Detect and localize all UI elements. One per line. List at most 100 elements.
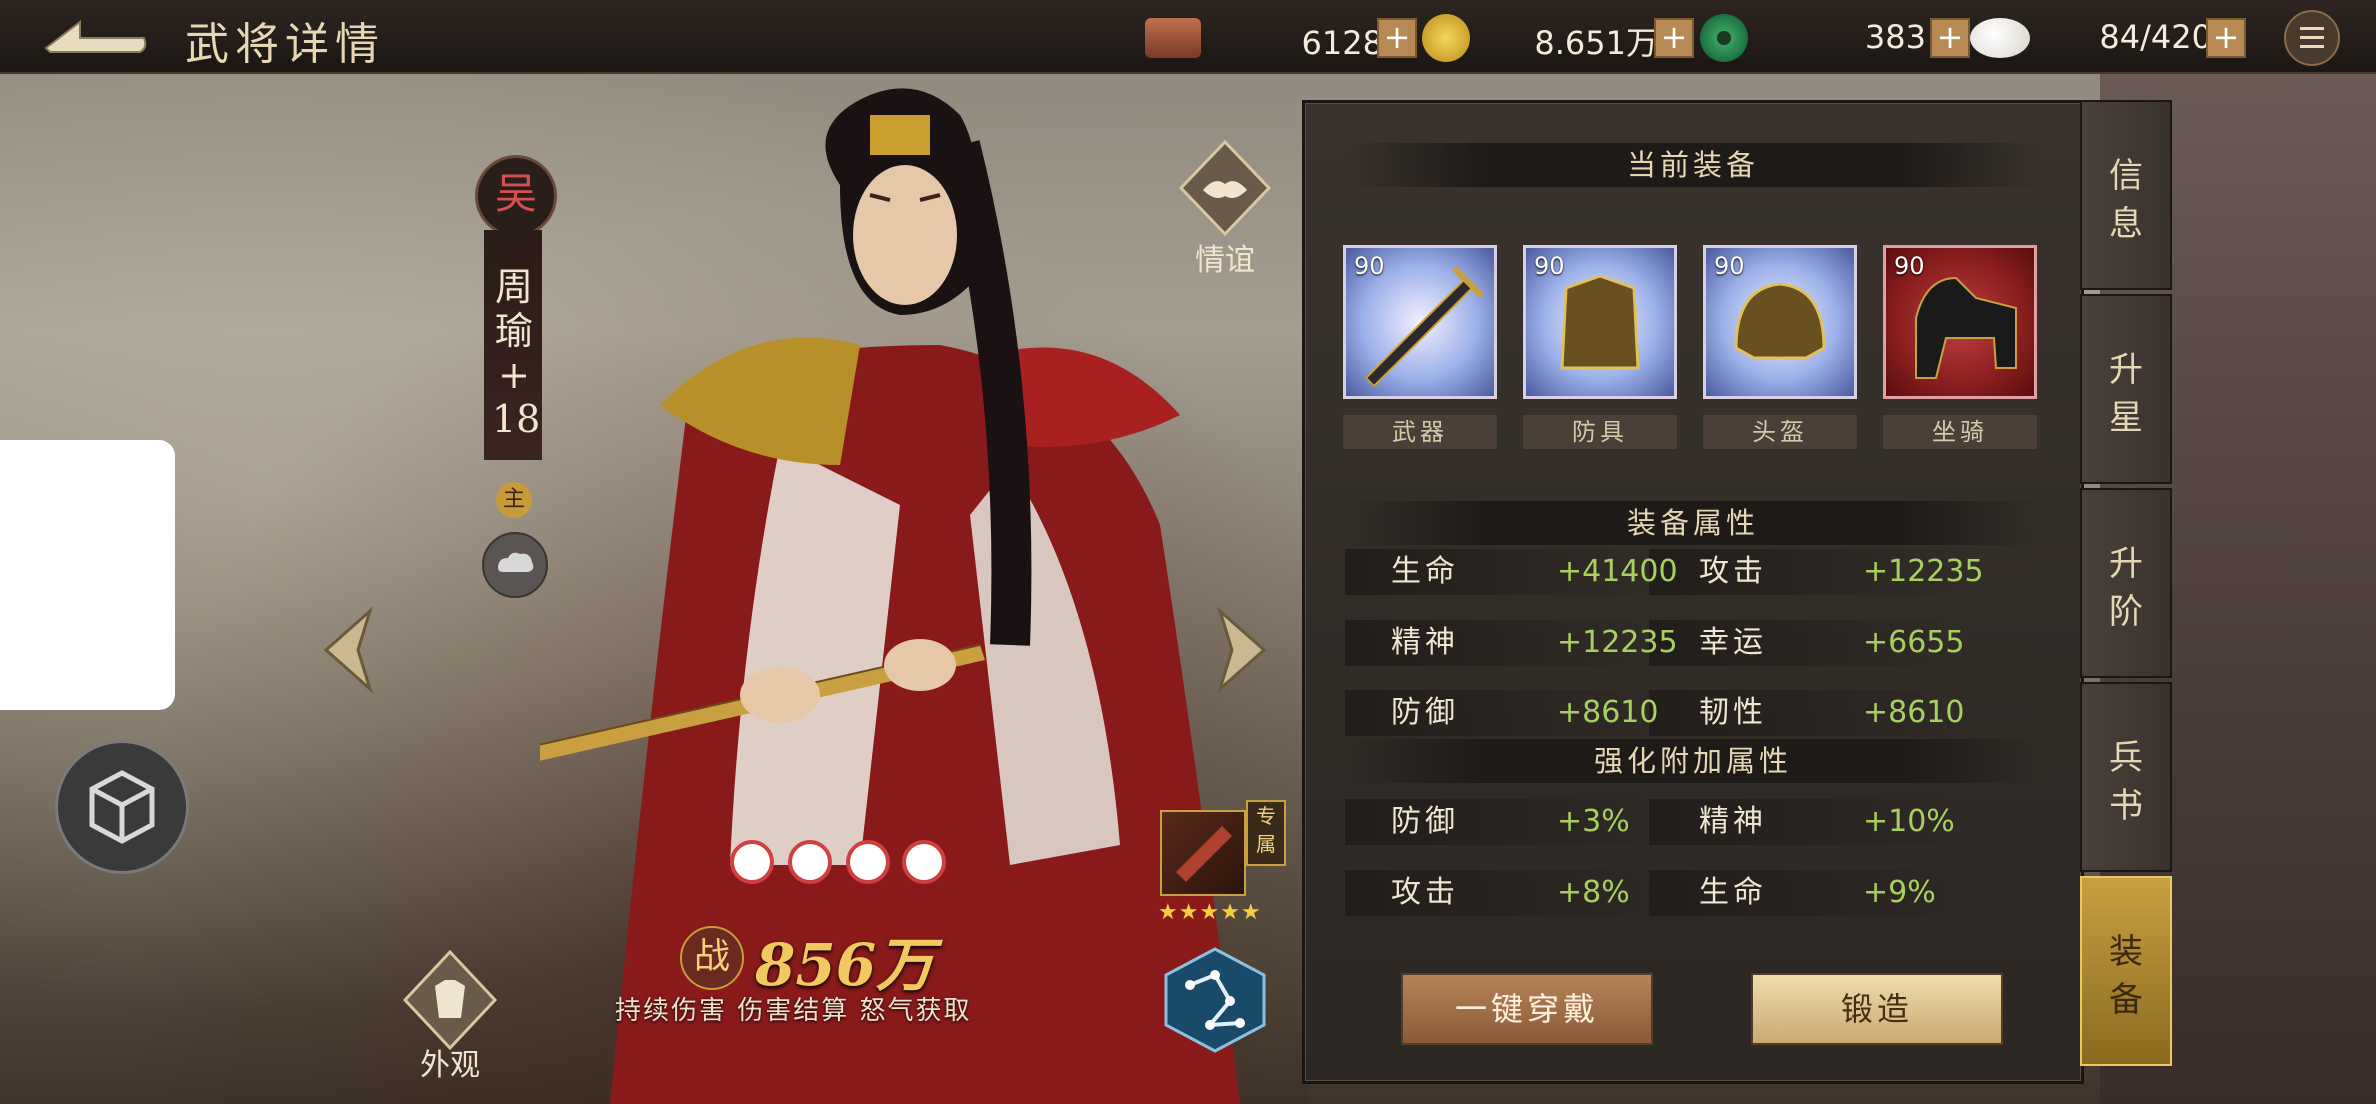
power-badge: 战	[680, 926, 744, 990]
exclusive-tag: 专属	[1246, 800, 1286, 866]
bonus-label: 生命	[1699, 875, 1767, 910]
current-equipment-title: 当前装备	[1345, 143, 2041, 187]
exclusive-stars: ★★★★★	[1158, 900, 1262, 925]
gold-plus-button[interactable]: +	[1654, 18, 1694, 58]
bonus-value: +8%	[1557, 875, 1630, 910]
one-click-equip-button[interactable]: 一键穿戴	[1401, 973, 1653, 1045]
faction-badge: 吴	[475, 155, 557, 237]
back-arrow-icon	[44, 19, 147, 53]
mount-label: 坐骑	[1883, 415, 2037, 449]
equipment-attributes-title: 装备属性	[1345, 501, 2041, 545]
attribute-label: 生命	[1391, 554, 1459, 589]
enhance-bonus-title: 强化附加属性	[1345, 739, 2041, 783]
bonus-label: 精神	[1699, 804, 1767, 839]
equipment-panel: 当前装备 90 90 90 90 武器 防具 头盔 坐骑 装备属性 生命 +41…	[1302, 100, 2084, 1084]
list-icon	[2300, 27, 2324, 48]
rage-orb-icon	[846, 840, 890, 884]
scroll-icon	[1176, 826, 1232, 882]
handshake-icon	[1178, 139, 1272, 237]
back-button[interactable]	[40, 14, 150, 58]
jade-value: 383	[1864, 18, 1926, 56]
bonus-label: 攻击	[1391, 875, 1459, 910]
attribute-value: +8610	[1863, 695, 1965, 730]
armor-icon	[402, 949, 498, 1051]
attribute-row: 生命 +41400 攻击 +12235	[1345, 549, 2041, 595]
bonus-value: +3%	[1557, 804, 1630, 839]
forge-button[interactable]: 锻造	[1751, 973, 2003, 1045]
gold-value: 8.651万	[1534, 24, 1658, 62]
copper-plus-button[interactable]: +	[1377, 18, 1417, 58]
general-name: 周 瑜 + 18	[492, 265, 541, 441]
attribute-value: +41400	[1557, 554, 1678, 589]
bonus-value: +9%	[1863, 875, 1936, 910]
tab-label: 装备	[2109, 932, 2143, 1020]
bonus-value: +10%	[1863, 804, 1955, 839]
weapon-slot[interactable]: 90	[1343, 245, 1497, 399]
bonus-row: 防御 +3% 精神 +10%	[1345, 799, 2041, 845]
constellation-button[interactable]	[1160, 945, 1270, 1055]
jade-icon	[1700, 14, 1748, 62]
weapon-label: 武器	[1343, 415, 1497, 449]
cloud-emblem-icon[interactable]	[482, 532, 548, 598]
bonus-label: 防御	[1391, 804, 1459, 839]
appearance-label: 外观	[420, 1048, 480, 1083]
page-title: 武将详情	[185, 19, 385, 70]
helmet-level: 90	[1714, 252, 1745, 280]
rage-orbs	[730, 840, 946, 884]
constellation-icon	[1164, 947, 1266, 1053]
attribute-value: +6655	[1863, 625, 1965, 660]
steamed-bun-icon	[1970, 18, 2030, 58]
attribute-value: +12235	[1863, 554, 1984, 589]
exclusive-treasure-button[interactable]	[1160, 810, 1246, 896]
friendship-label: 情谊	[1195, 243, 1255, 278]
top-bar: 武将详情 6128万 + 8.651万 + 383 + 84/420 +	[0, 0, 2376, 74]
main-badge: 主	[496, 482, 532, 518]
mount-slot[interactable]: 90	[1883, 245, 2037, 399]
skill-tags: 持续伤害 伤害结算 怒气获取	[615, 996, 972, 1026]
chevron-right-icon	[1216, 606, 1267, 694]
name-char-2: 瑜	[494, 309, 533, 353]
name-char-1: 周	[494, 265, 533, 309]
chevron-left-icon	[323, 606, 374, 694]
tab-advance[interactable]: 升阶	[2080, 488, 2172, 678]
overlay-panel	[0, 440, 175, 710]
attribute-label: 攻击	[1699, 554, 1767, 589]
mount-level: 90	[1894, 252, 1925, 280]
next-general-button[interactable]	[1210, 605, 1272, 695]
bun-value: 84/420	[2099, 18, 2212, 56]
copper-coin-stack-icon	[1145, 18, 1201, 58]
attribute-label: 韧性	[1699, 695, 1767, 730]
weapon-level: 90	[1354, 252, 1385, 280]
tab-info[interactable]: 信息	[2080, 100, 2172, 290]
tab-label: 升星	[2109, 350, 2143, 438]
model-view-button[interactable]	[55, 740, 189, 874]
helmet-slot[interactable]: 90	[1703, 245, 1857, 399]
attribute-row: 防御 +8610 韧性 +8610	[1345, 690, 2041, 736]
rage-orb-icon	[788, 840, 832, 884]
attribute-label: 精神	[1391, 625, 1459, 660]
attribute-label: 幸运	[1699, 625, 1767, 660]
cube-icon	[89, 770, 155, 844]
tab-war-book[interactable]: 兵书	[2080, 682, 2172, 872]
menu-button[interactable]	[2284, 10, 2340, 66]
helmet-label: 头盔	[1703, 415, 1857, 449]
previous-general-button[interactable]	[318, 605, 380, 695]
armor-level: 90	[1534, 252, 1565, 280]
attribute-value: +8610	[1557, 695, 1659, 730]
rage-orb-icon	[730, 840, 774, 884]
jade-plus-button[interactable]: +	[1930, 18, 1970, 58]
rage-orb-icon	[902, 840, 946, 884]
name-char-4: 18	[492, 397, 541, 441]
tab-star-up[interactable]: 升星	[2080, 294, 2172, 484]
armor-label: 防具	[1523, 415, 1677, 449]
armor-slot[interactable]: 90	[1523, 245, 1677, 399]
attribute-row: 精神 +12235 幸运 +6655	[1345, 620, 2041, 666]
tab-label: 信息	[2109, 156, 2143, 244]
bonus-row: 攻击 +8% 生命 +9%	[1345, 870, 2041, 916]
gold-coin-icon	[1422, 14, 1470, 62]
tab-equipment[interactable]: 装备	[2080, 876, 2172, 1066]
cloud-icon	[498, 552, 534, 572]
bun-plus-button[interactable]: +	[2206, 18, 2246, 58]
resource-bun: 84/420 +	[1970, 14, 2270, 58]
tab-label: 升阶	[2109, 544, 2143, 632]
